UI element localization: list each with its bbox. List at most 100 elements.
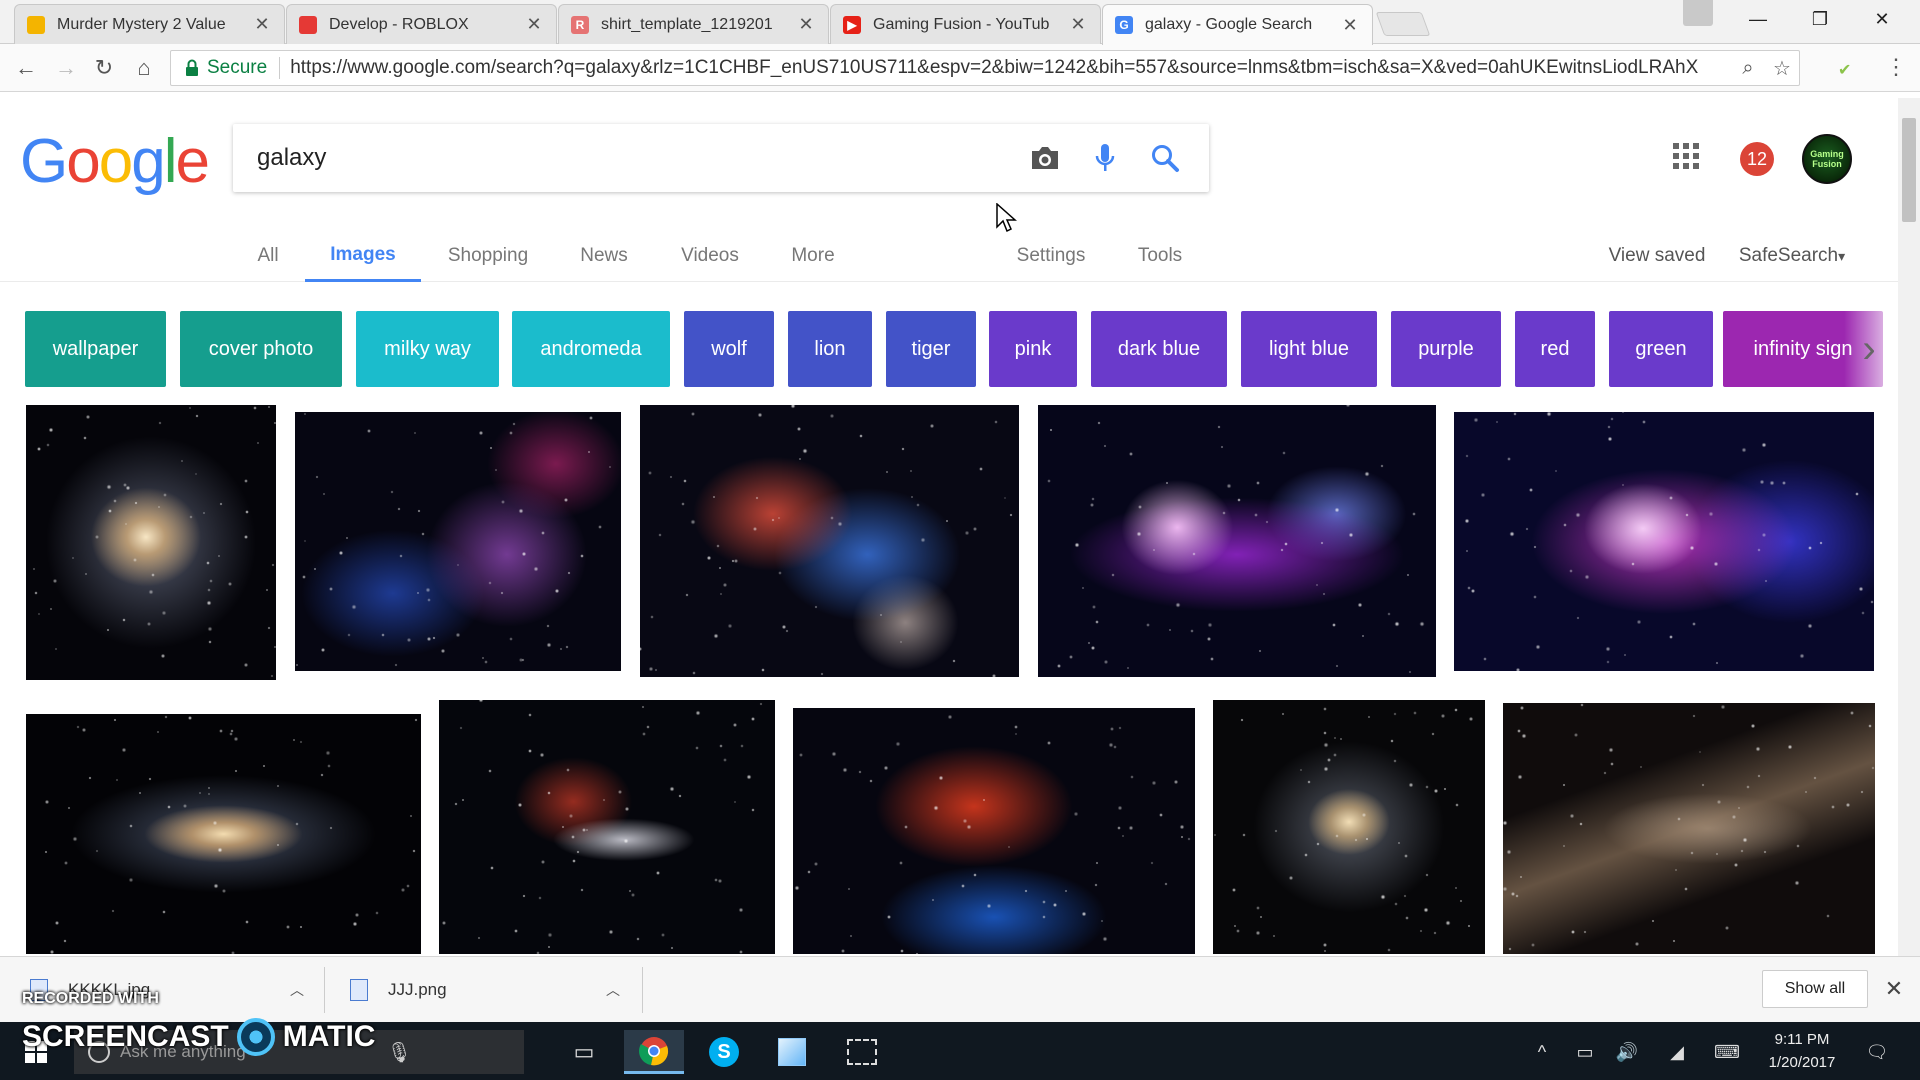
- search-icon[interactable]: [1135, 128, 1195, 188]
- related-search-chip[interactable]: cover photo: [180, 311, 342, 387]
- skype-icon[interactable]: S: [694, 1030, 754, 1074]
- related-search-chip[interactable]: green: [1609, 311, 1713, 387]
- wifi-icon[interactable]: ◢: [1664, 1030, 1690, 1074]
- profile-icon[interactable]: [1683, 0, 1713, 26]
- snipping-tool-icon[interactable]: [832, 1030, 892, 1074]
- tab-favicon-icon: [27, 15, 45, 34]
- scrollbar-thumb[interactable]: [1902, 118, 1916, 222]
- browser-tab[interactable]: ▶ Gaming Fusion - YouTub ✕: [830, 4, 1101, 44]
- related-search-chip[interactable]: dark blue: [1091, 311, 1227, 387]
- browser-tab[interactable]: Murder Mystery 2 Value ✕: [14, 4, 285, 44]
- tab-title: shirt_template_1219201: [601, 15, 773, 33]
- home-button[interactable]: ⌂: [130, 54, 158, 82]
- address-bar[interactable]: Secure https://www.google.com/search?q=g…: [170, 50, 1800, 86]
- zoom-icon[interactable]: ⌕: [1731, 57, 1765, 80]
- account-avatar[interactable]: Gaming Fusion: [1802, 134, 1852, 184]
- tab-images[interactable]: Images: [305, 230, 421, 282]
- image-result-thumbnail[interactable]: [1503, 703, 1875, 954]
- watermark-recorded-with: RECORDED WITH: [22, 990, 159, 1007]
- show-all-downloads-button[interactable]: Show all: [1762, 970, 1868, 1008]
- related-search-chip[interactable]: wolf: [684, 311, 774, 387]
- image-result-thumbnail[interactable]: [640, 405, 1019, 677]
- related-search-chip[interactable]: pink: [989, 311, 1077, 387]
- maximize-button[interactable]: ❐: [1790, 0, 1850, 38]
- logo-letter: g: [131, 127, 166, 196]
- tab-favicon-icon: ▶: [843, 15, 861, 34]
- browser-tab[interactable]: Develop - ROBLOX ✕: [286, 4, 557, 44]
- download-item[interactable]: JJJ.png ︿: [350, 957, 620, 1023]
- browser-tab[interactable]: Rshirt_template_1219201 ✕: [558, 4, 829, 44]
- tab-settings[interactable]: Settings: [1010, 230, 1092, 282]
- tab-more[interactable]: More: [784, 230, 842, 282]
- image-result-thumbnail[interactable]: [439, 700, 775, 954]
- download-caret-icon[interactable]: ︿: [606, 980, 620, 1000]
- view-saved-link[interactable]: View saved: [1604, 230, 1710, 282]
- image-result-thumbnail[interactable]: [1038, 405, 1436, 677]
- tab-videos[interactable]: Videos: [672, 230, 748, 282]
- back-button[interactable]: ←: [12, 54, 40, 82]
- tab-shopping[interactable]: Shopping: [440, 230, 536, 282]
- related-search-chips: wallpaper cover photo milky way andromeda wo…: [25, 311, 1905, 387]
- image-result-thumbnail[interactable]: [26, 714, 421, 954]
- forward-button[interactable]: →: [52, 54, 80, 82]
- tray-expand-icon[interactable]: ^: [1530, 1030, 1554, 1074]
- safesearch-dropdown[interactable]: SafeSearch: [1730, 230, 1854, 282]
- tab-close-icon[interactable]: ✕: [252, 14, 272, 35]
- camera-icon[interactable]: [1015, 128, 1075, 188]
- tab-close-icon[interactable]: ✕: [796, 14, 816, 35]
- reload-button[interactable]: ↻: [90, 54, 118, 82]
- taskbar-clock[interactable]: 9:11 PM 1/20/2017: [1752, 1028, 1852, 1076]
- microphone-icon[interactable]: 🎙: [387, 1040, 412, 1065]
- apps-grid-icon[interactable]: [1672, 142, 1704, 174]
- image-result-thumbnail[interactable]: [793, 708, 1195, 954]
- notifications-badge[interactable]: 12: [1740, 142, 1774, 176]
- page-scrollbar[interactable]: [1898, 98, 1920, 956]
- related-search-chip[interactable]: purple: [1391, 311, 1501, 387]
- related-search-chip[interactable]: lion: [788, 311, 872, 387]
- microphone-icon[interactable]: [1075, 128, 1135, 188]
- related-search-chip[interactable]: light blue: [1241, 311, 1377, 387]
- related-search-chip[interactable]: tiger: [886, 311, 976, 387]
- tab-tools[interactable]: Tools: [1130, 230, 1190, 282]
- battery-icon[interactable]: ▭: [1572, 1030, 1598, 1074]
- minimize-button[interactable]: —: [1728, 0, 1788, 38]
- search-input[interactable]: [233, 124, 1015, 192]
- action-center-icon[interactable]: 🗨: [1860, 1030, 1894, 1074]
- close-shelf-icon[interactable]: ✕: [1882, 976, 1906, 1001]
- url-text[interactable]: https://www.google.com/search?q=galaxy&r…: [290, 57, 1731, 79]
- related-search-chip[interactable]: red: [1515, 311, 1595, 387]
- tab-close-icon[interactable]: ✕: [524, 14, 544, 35]
- task-view-icon[interactable]: ▭: [554, 1030, 614, 1074]
- new-tab-button[interactable]: [1375, 12, 1431, 36]
- tab-news[interactable]: News: [572, 230, 636, 282]
- google-logo[interactable]: Google: [20, 126, 210, 197]
- tab-favicon-icon: [299, 15, 317, 34]
- related-search-chip[interactable]: andromeda: [512, 311, 670, 387]
- related-search-chip[interactable]: wallpaper: [25, 311, 166, 387]
- shelf-divider: [642, 967, 643, 1013]
- image-result-thumbnail[interactable]: [1454, 412, 1874, 671]
- secure-label: Secure: [207, 57, 268, 78]
- download-caret-icon[interactable]: ︿: [290, 980, 304, 1000]
- browser-tab[interactable]: Ggalaxy - Google Search ✕: [1102, 4, 1373, 45]
- image-result-thumbnail[interactable]: [295, 412, 621, 671]
- bookmark-star-icon[interactable]: ☆: [1765, 56, 1799, 81]
- window-close-button[interactable]: ✕: [1852, 0, 1912, 38]
- image-result-thumbnail[interactable]: [26, 405, 276, 680]
- volume-icon[interactable]: 🔊: [1614, 1030, 1640, 1074]
- image-result-thumbnail[interactable]: [1213, 700, 1485, 954]
- chrome-taskbar-icon[interactable]: [624, 1030, 684, 1074]
- paint-app-icon[interactable]: [762, 1030, 822, 1074]
- extension-icon[interactable]: ✔: [1838, 60, 1856, 79]
- related-search-chip[interactable]: milky way: [356, 311, 499, 387]
- tab-close-icon[interactable]: ✕: [1068, 14, 1088, 35]
- chips-next-arrow[interactable]: ›: [1844, 311, 1894, 387]
- lock-icon: [177, 59, 207, 77]
- tab-title: galaxy - Google Search: [1145, 16, 1313, 33]
- tab-all[interactable]: All: [248, 230, 288, 282]
- screencast-watermark: RECORDED WITH SCREENCAST MATIC: [22, 990, 375, 1056]
- keyboard-icon[interactable]: ⌨: [1710, 1030, 1744, 1074]
- tab-close-icon[interactable]: ✕: [1340, 15, 1360, 36]
- tab-favicon-icon: R: [571, 15, 589, 34]
- browser-menu-icon[interactable]: ⋮: [1884, 54, 1908, 82]
